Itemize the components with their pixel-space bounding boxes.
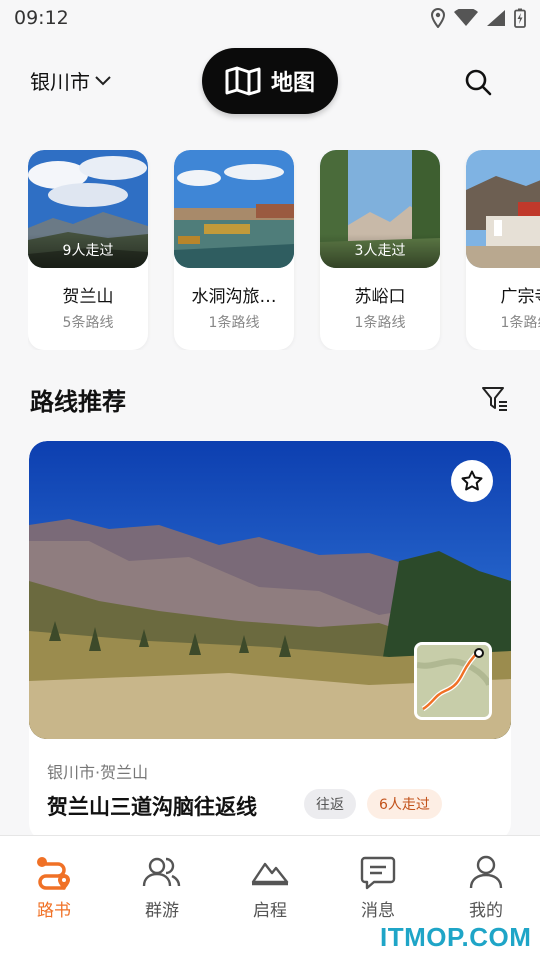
- destination-card[interactable]: 水洞沟旅… 1条路线: [174, 150, 294, 350]
- route-type-tag: 往返: [304, 789, 356, 819]
- route-count: 5条路线: [62, 315, 114, 331]
- watermark: ITMOP.COM: [380, 922, 532, 952]
- map-icon: [225, 66, 261, 96]
- favorite-button[interactable]: [451, 460, 493, 502]
- destination-name: 广宗寺: [500, 287, 540, 307]
- nav-label: 路书: [37, 901, 71, 921]
- route-walked-tag: 6人走过: [367, 789, 442, 819]
- destination-name: 水洞沟旅…: [191, 287, 277, 307]
- search-icon: [465, 69, 492, 96]
- map-button[interactable]: 地图: [202, 48, 338, 114]
- destination-card[interactable]: 3人走过 苏峪口 1条路线: [320, 150, 440, 350]
- nav-label: 消息: [361, 901, 395, 921]
- route-count: 1条路线: [354, 315, 406, 331]
- mountain-icon: [251, 862, 289, 886]
- search-button[interactable]: [462, 66, 494, 98]
- route-icon: [37, 857, 70, 890]
- signal-icon: [487, 10, 505, 26]
- route-card[interactable]: 银川市·贺兰山 贺兰山三道沟脑往返线 往返 6人走过: [29, 441, 511, 841]
- nav-label: 群游: [145, 901, 179, 921]
- header: 银川市 地图: [0, 44, 540, 120]
- location-icon: [430, 8, 446, 28]
- route-title: 贺兰山三道沟脑往返线: [47, 795, 257, 819]
- section-title: 路线推荐: [30, 388, 126, 416]
- nav-item-start[interactable]: 启程: [230, 854, 310, 924]
- status-bar: 09:12: [0, 0, 540, 36]
- filter-icon: [482, 387, 507, 411]
- map-button-label: 地图: [270, 71, 315, 96]
- city-name: 银川市: [30, 70, 90, 94]
- destination-card[interactable]: 9人走过 贺兰山 5条路线: [28, 150, 148, 350]
- walked-count: 3人走过: [354, 243, 406, 259]
- star-icon: [461, 470, 483, 491]
- route-count: 1条路线: [208, 315, 260, 331]
- route-location: 银川市·贺兰山: [47, 763, 149, 782]
- route-count: 1条路线: [500, 315, 540, 331]
- destination-photo: 9人走过: [28, 150, 148, 268]
- destination-photo: [174, 150, 294, 268]
- nav-label: 我的: [469, 901, 503, 921]
- user-icon: [469, 855, 503, 889]
- nav-item-route[interactable]: 路书: [14, 854, 94, 924]
- walked-count: 9人走过: [62, 243, 114, 259]
- filter-button[interactable]: [480, 384, 510, 414]
- nav-item-group[interactable]: 群游: [122, 854, 202, 924]
- nav-label: 启程: [253, 901, 287, 921]
- wifi-icon: [454, 9, 478, 26]
- message-icon: [360, 856, 396, 890]
- route-mini-map[interactable]: [414, 642, 492, 720]
- destination-list: 9人走过 贺兰山 5条路线 水洞沟旅… 1条路线 3人走过 苏峪口 1条路线 广…: [28, 150, 540, 350]
- destination-photo: [466, 150, 540, 268]
- status-time: 09:12: [14, 7, 69, 29]
- group-icon: [142, 857, 181, 887]
- destination-card[interactable]: 广宗寺 1条路线: [466, 150, 540, 350]
- city-selector[interactable]: 银川市: [30, 66, 112, 95]
- chevron-down-icon: [95, 75, 111, 85]
- destination-name: 苏峪口: [354, 287, 406, 307]
- destination-name: 贺兰山: [62, 287, 114, 307]
- destination-photo: 3人走过: [320, 150, 440, 268]
- battery-icon: [514, 8, 526, 28]
- nav-item-message[interactable]: 消息: [338, 854, 418, 924]
- nav-item-profile[interactable]: 我的: [446, 854, 526, 924]
- status-icons: [430, 8, 526, 28]
